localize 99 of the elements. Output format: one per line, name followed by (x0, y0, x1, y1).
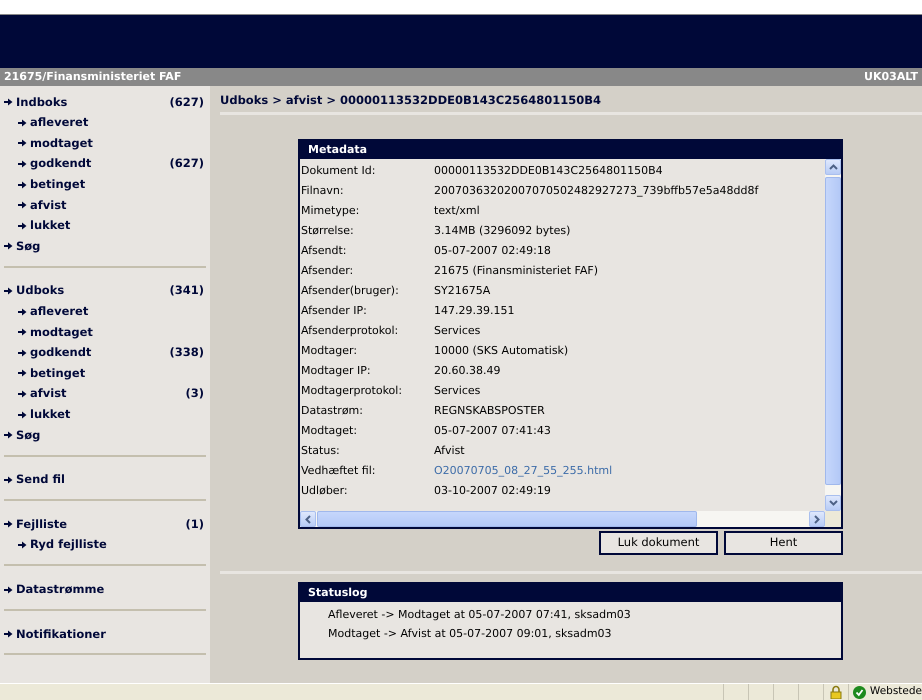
field-label: Afsender IP: (301, 303, 368, 319)
item-count: (1) (185, 516, 204, 533)
submenu-link[interactable]: betinget (30, 176, 86, 194)
arrow-icon (18, 390, 27, 398)
field-value: Services (434, 383, 480, 399)
field-label: Datastrøm: (301, 403, 364, 419)
field-label: Mimetype: (301, 203, 360, 219)
item-count: (627) (169, 94, 204, 111)
arrow-icon (18, 160, 27, 168)
field-value: 20.60.38.49 (434, 363, 500, 379)
field-value: Afvist (434, 443, 465, 459)
arrow-icon (18, 540, 27, 549)
item-count: (338) (169, 344, 204, 362)
field-label: Filnavn: (301, 183, 345, 199)
item-count: (341) (169, 282, 204, 300)
log-entry: Afleveret -> Modtaget at 05-07-2007 07:41, sksadm03 (327, 607, 632, 623)
arrow-icon (18, 308, 27, 316)
submenu-link[interactable]: lukket (30, 217, 70, 234)
arrow-icon (4, 242, 13, 250)
field-label: Afsendt: (301, 243, 348, 259)
field-value: Services (434, 323, 480, 339)
menu-link[interactable]: Datastrømme (16, 580, 104, 598)
arrow-icon (4, 520, 13, 528)
submenu-link[interactable]: lukket (30, 406, 70, 424)
submenu-link[interactable]: godkendt (30, 155, 92, 173)
menu-link[interactable]: Udboks (16, 282, 64, 300)
submenu-link[interactable]: afvist (30, 385, 67, 403)
scroll-left-icon[interactable] (300, 511, 316, 527)
arrow-icon (18, 410, 27, 419)
user-id-label: UK03ALT (864, 69, 918, 85)
menu-link[interactable]: Notifikationer (16, 626, 106, 643)
field-label: Afsender: (301, 263, 354, 279)
field-label: Afsenderprotokol: (301, 323, 400, 339)
horizontal-scrollbar[interactable] (300, 511, 825, 527)
submenu-link[interactable]: modtaget (30, 134, 93, 152)
submenu-link[interactable]: afvist (30, 196, 67, 214)
field-value: 05-07-2007 02:49:18 (434, 243, 551, 259)
attachment-link[interactable]: O20070705_08_27_55_255.html (434, 461, 612, 481)
field-label: Modtaget: (301, 423, 358, 439)
submenu-link[interactable]: afleveret (30, 303, 88, 320)
field-label: Vedhæftet fil: (301, 463, 376, 479)
arrow-icon (18, 201, 27, 210)
arrow-icon (18, 139, 27, 148)
scroll-down-icon[interactable] (825, 495, 841, 511)
item-count: (627) (169, 155, 204, 172)
breadcrumb: Udboks > afvist > 00000113532DDE0B143C2564801150B4 (220, 93, 601, 107)
arrow-icon (4, 98, 13, 106)
item-count: (3) (185, 385, 204, 402)
arrow-icon (18, 328, 27, 336)
arrow-icon (18, 180, 27, 189)
menu-link[interactable]: Søg (16, 238, 40, 256)
field-value: 20070363202007070502482927273_739bffb57e5a48dd8f (434, 183, 758, 199)
menu-link[interactable]: Søg (16, 426, 40, 444)
scroll-right-icon[interactable] (809, 511, 825, 527)
field-value: text/xml (434, 203, 480, 219)
field-label: Modtager IP: (301, 363, 372, 379)
menu-link[interactable]: Send fil (16, 471, 65, 488)
organization-label: 21675/Finansministeriet FAF (4, 69, 182, 85)
padlock-icon (830, 685, 842, 699)
menu-link[interactable]: Fejlliste (16, 516, 68, 534)
arrow-icon (18, 118, 27, 127)
panel-title: Statuslog (300, 584, 841, 602)
field-value: 03-10-2007 02:49:19 (434, 483, 551, 499)
field-value: 21675 (Finansministeriet FAF) (434, 263, 598, 279)
submenu-link[interactable]: betinget (30, 364, 86, 382)
menu-link[interactable]: Indboks (16, 94, 68, 111)
field-label: Udløber: (301, 483, 349, 499)
field-value: 05-07-2007 07:41:43 (434, 423, 551, 439)
submenu-link[interactable]: godkendt (30, 344, 92, 362)
arrow-icon (18, 222, 27, 230)
arrow-icon (4, 431, 13, 440)
arrow-icon (18, 369, 27, 378)
submenu-link[interactable]: Ryd fejlliste (30, 536, 107, 554)
arrow-icon (4, 586, 13, 594)
security-zone-label: Webstede (870, 684, 922, 700)
field-label: Afsender(bruger): (301, 283, 400, 299)
action-button[interactable]: Hent (724, 531, 843, 555)
arrow-icon (4, 630, 13, 638)
log-entry: Modtaget -> Afvist at 05-07-2007 09:01, sksadm03 (327, 626, 613, 642)
arrow-icon (4, 287, 13, 296)
submenu-link[interactable]: modtaget (30, 324, 93, 341)
panel-title: Metadata (300, 141, 841, 159)
field-label: Modtagerprotokol: (301, 383, 404, 399)
arrow-icon (4, 476, 13, 484)
field-value: 10000 (SKS Automatisk) (434, 343, 568, 359)
field-label: Modtager: (301, 343, 358, 359)
field-value: 147.29.39.151 (434, 303, 514, 319)
field-label: Dokument Id: (301, 163, 376, 179)
field-label: Størrelse: (301, 223, 355, 239)
action-button[interactable]: Luk dokument (599, 531, 718, 555)
field-value: REGNSKABSPOSTER (434, 403, 545, 419)
scroll-up-icon[interactable] (825, 159, 841, 175)
field-value: 00000113532DDE0B143C2564801150B4 (434, 163, 663, 179)
field-value: SY21675A (434, 283, 490, 299)
field-label: Status: (301, 443, 341, 459)
submenu-link[interactable]: afleveret (30, 114, 88, 132)
field-value: 3.14MB (3296092 bytes) (434, 223, 570, 239)
arrow-icon (18, 348, 27, 357)
vertical-scrollbar[interactable] (825, 159, 841, 511)
